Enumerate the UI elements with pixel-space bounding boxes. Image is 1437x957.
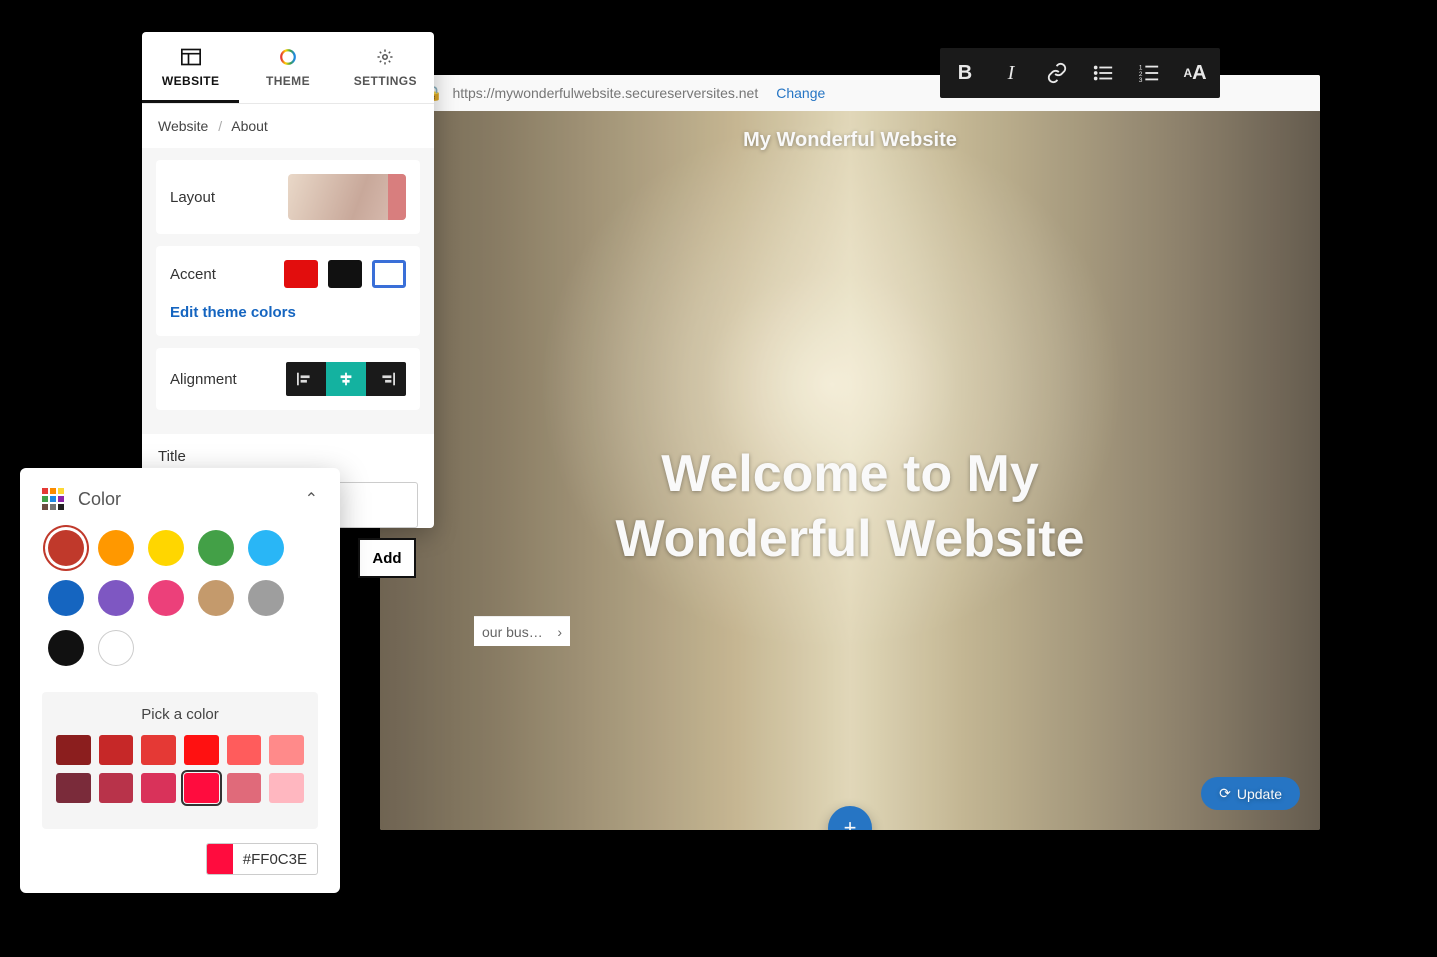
layout-setting: Layout › [156, 160, 420, 234]
shade-color[interactable] [99, 735, 134, 765]
layout-label: Layout [170, 189, 215, 206]
preview-url: https://mywonderfulwebsite.secureservers… [452, 85, 758, 101]
palette-color[interactable] [248, 530, 284, 566]
bullet-list-button[interactable] [1082, 54, 1124, 92]
alignment-label: Alignment [170, 371, 237, 388]
hero-line-2: Wonderful Website [616, 507, 1085, 572]
shade-color[interactable] [56, 735, 91, 765]
layout-thumbnail[interactable]: › [288, 174, 406, 220]
shade-color[interactable] [99, 773, 134, 803]
alignment-setting: Alignment [156, 348, 420, 410]
refresh-icon: ⟳ [1219, 785, 1231, 802]
shade-color[interactable] [269, 773, 304, 803]
palette-color[interactable] [48, 630, 84, 666]
shade-color[interactable] [141, 735, 176, 765]
shade-label: Pick a color [56, 706, 304, 723]
add-button[interactable]: Add [358, 538, 416, 578]
hex-value: #FF0C3E [233, 851, 317, 868]
hex-swatch [207, 844, 233, 874]
accent-swatch-white[interactable] [372, 260, 406, 288]
svg-text:3: 3 [1139, 77, 1143, 84]
hex-input[interactable]: #FF0C3E [206, 843, 318, 875]
chevron-right-icon: › [397, 188, 402, 206]
edit-theme-colors-link[interactable]: Edit theme colors [170, 304, 296, 321]
palette-color[interactable] [198, 580, 234, 616]
accent-swatches [284, 260, 406, 288]
palette-color[interactable] [98, 580, 134, 616]
preview-canvas: 🔒 https://mywonderfulwebsite.secureserve… [380, 75, 1320, 830]
website-icon [181, 48, 201, 66]
sidebar-tabs: WEBSITE THEME SETTINGS [142, 32, 434, 104]
palette-color[interactable] [98, 530, 134, 566]
chevron-right-icon: › [557, 624, 562, 640]
update-label: Update [1237, 786, 1282, 802]
tab-theme[interactable]: THEME [239, 32, 336, 103]
palette-color[interactable] [248, 580, 284, 616]
bold-button[interactable]: B [944, 54, 986, 92]
tab-label: THEME [266, 74, 310, 88]
color-grid-icon [42, 488, 64, 510]
tagline-row[interactable]: our bus… › [474, 616, 570, 646]
panel-body: Layout › Accent Edit theme colors Alignm… [142, 148, 434, 434]
palette-color[interactable] [48, 580, 84, 616]
tab-label: SETTINGS [354, 74, 417, 88]
accent-label: Accent [170, 266, 216, 283]
numbered-list-button[interactable]: 123 [1128, 54, 1170, 92]
align-center-button[interactable] [326, 362, 366, 396]
palette-color[interactable] [148, 580, 184, 616]
shade-panel: Pick a color [42, 692, 318, 829]
shade-color[interactable] [227, 773, 262, 803]
link-button[interactable] [1036, 54, 1078, 92]
change-url-link[interactable]: Change [776, 85, 825, 101]
italic-button[interactable]: I [990, 54, 1032, 92]
hero-title[interactable]: Welcome to My Wonderful Website [616, 442, 1085, 572]
color-picker-popup: Color ⌃ Pick a color #FF0C3E [20, 468, 340, 893]
palette-color[interactable] [48, 530, 84, 566]
theme-icon [278, 48, 298, 66]
tab-website[interactable]: WEBSITE [142, 32, 239, 103]
preview-body[interactable]: My Wonderful Website Welcome to My Wonde… [380, 111, 1320, 830]
title-section: Title [142, 434, 434, 472]
breadcrumb-page: About [231, 118, 268, 134]
palette-color[interactable] [198, 530, 234, 566]
text-format-toolbar: B I 123 AA [940, 48, 1220, 98]
accent-setting: Accent Edit theme colors [156, 246, 420, 336]
alignment-group [286, 362, 406, 396]
shade-color[interactable] [227, 735, 262, 765]
color-palette [20, 524, 340, 684]
breadcrumb: Website / About [142, 104, 434, 148]
hero-line-1: Welcome to My [616, 442, 1085, 507]
hex-row: #FF0C3E [20, 829, 340, 875]
color-picker-header[interactable]: Color ⌃ [20, 468, 340, 524]
update-button[interactable]: ⟳ Update [1201, 777, 1300, 810]
accent-swatch-red[interactable] [284, 260, 318, 288]
shade-color[interactable] [269, 735, 304, 765]
tab-settings[interactable]: SETTINGS [337, 32, 434, 103]
title-label: Title [158, 448, 186, 465]
text-size-button[interactable]: AA [1174, 54, 1216, 92]
shade-color[interactable] [141, 773, 176, 803]
shade-grid [56, 735, 304, 803]
tagline-placeholder: our bus… [482, 624, 543, 640]
breadcrumb-separator: / [218, 118, 222, 134]
editor-sidebar: WEBSITE THEME SETTINGS Website / About L… [142, 32, 434, 528]
site-name: My Wonderful Website [743, 129, 957, 152]
breadcrumb-root[interactable]: Website [158, 118, 208, 134]
shade-color[interactable] [184, 735, 219, 765]
color-picker-title: Color [78, 489, 121, 510]
align-left-button[interactable] [286, 362, 326, 396]
chevron-up-icon[interactable]: ⌃ [305, 489, 318, 509]
shade-color[interactable] [184, 773, 219, 803]
palette-color[interactable] [98, 630, 134, 666]
palette-color[interactable] [148, 530, 184, 566]
shade-color[interactable] [56, 773, 91, 803]
accent-swatch-black[interactable] [328, 260, 362, 288]
align-right-button[interactable] [366, 362, 406, 396]
tab-label: WEBSITE [162, 74, 219, 88]
gear-icon [375, 48, 395, 66]
